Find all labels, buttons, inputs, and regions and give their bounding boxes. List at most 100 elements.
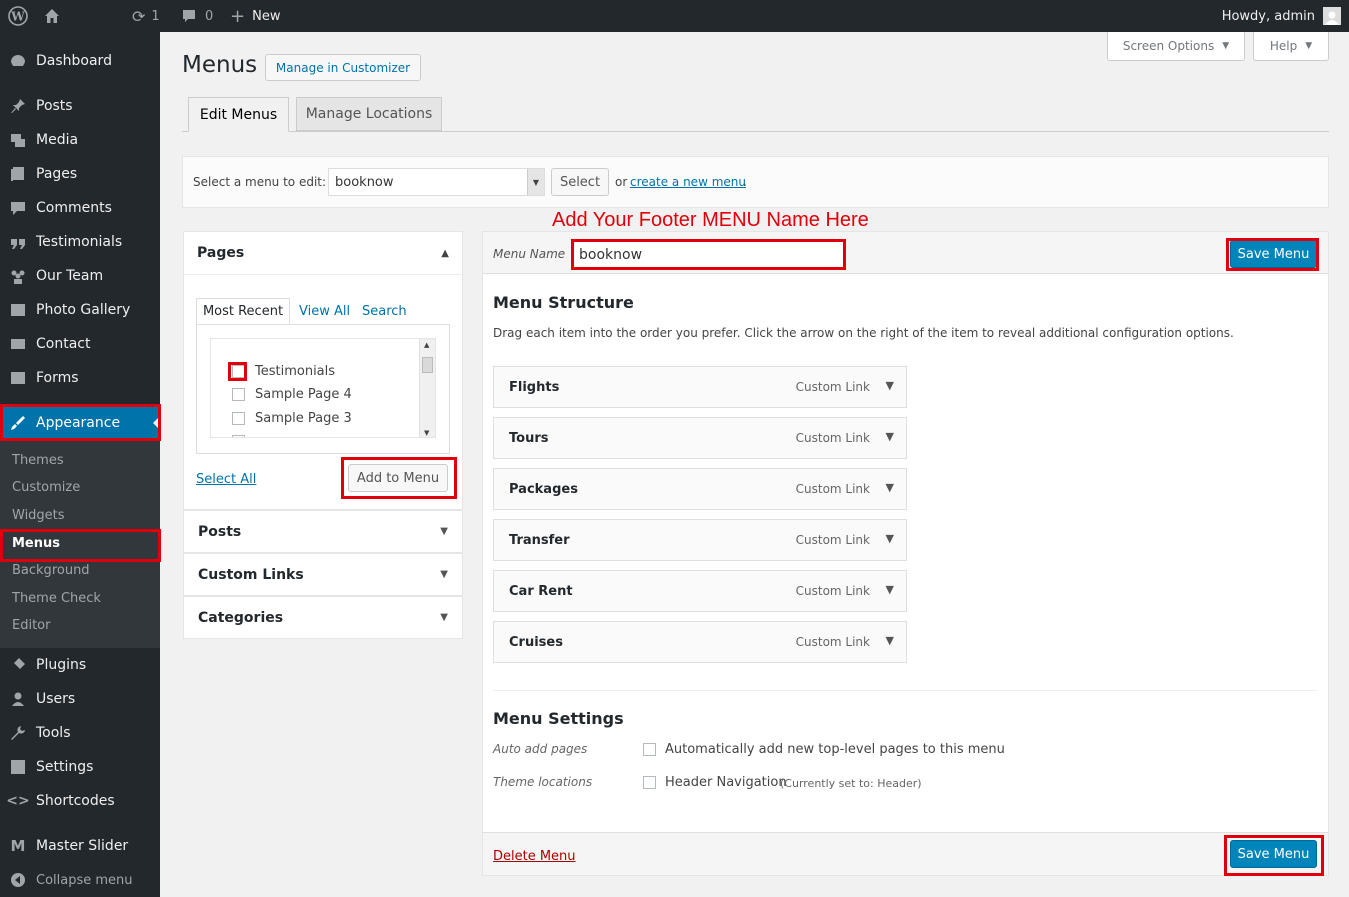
accordion-custom-links[interactable]: Custom Links ▼	[183, 553, 463, 596]
create-new-menu-link[interactable]: create a new menu	[630, 175, 746, 189]
pages-panel-header[interactable]: Pages ▲	[184, 232, 462, 275]
expand-arrow-icon[interactable]: ▼	[886, 532, 894, 545]
settings-icon	[0, 758, 36, 776]
highlight-checkbox	[228, 362, 247, 381]
menu-structure-title: Menu Structure	[493, 293, 634, 312]
auto-add-checkbox[interactable]	[643, 743, 656, 756]
select-menu-label: Select a menu to edit:	[193, 175, 327, 189]
pages-panel-title: Pages	[197, 245, 245, 261]
sidebar-item-testimonials[interactable]: Testimonials	[0, 225, 160, 259]
sidebar-item-label: Dashboard	[36, 53, 112, 69]
sidebar-item-photo-gallery[interactable]: Photo Gallery	[0, 293, 160, 327]
menu-item-flights[interactable]: Flights Custom Link ▼	[493, 366, 907, 408]
submenu-widgets[interactable]: Widgets	[0, 502, 160, 529]
sidebar-item-label: Shortcodes	[36, 793, 115, 809]
menu-settings-title: Menu Settings	[493, 709, 624, 728]
checkbox-sample-page-3[interactable]	[232, 412, 245, 425]
home-icon[interactable]	[43, 0, 61, 32]
submenu-background[interactable]: Background	[0, 557, 160, 584]
menu-footer-bar	[483, 832, 1328, 875]
checkbox-sample-page-4[interactable]	[232, 388, 245, 401]
menu-item-car-rent[interactable]: Car Rent Custom Link ▼	[493, 570, 907, 612]
tab-edit-menus[interactable]: Edit Menus	[188, 97, 289, 132]
submenu-editor[interactable]: Editor	[0, 612, 160, 639]
submenu-themes[interactable]: Themes	[0, 447, 160, 474]
menu-item-type: Custom Link	[795, 431, 870, 445]
wrench-icon	[0, 724, 36, 742]
select-button[interactable]: Select	[551, 168, 609, 196]
help-button[interactable]: Help ▼	[1253, 32, 1329, 61]
list-item[interactable]: Sample Page 3	[232, 411, 352, 426]
users-icon	[0, 690, 36, 708]
scroll-thumb[interactable]	[422, 357, 433, 373]
tab-most-recent[interactable]: Most Recent	[196, 298, 290, 325]
comment-bubble-icon	[183, 10, 195, 22]
sidebar-item-settings[interactable]: Settings	[0, 750, 160, 784]
accordion-categories[interactable]: Categories ▼	[183, 596, 463, 639]
account-menu[interactable]: Howdy, admin	[1222, 0, 1341, 32]
sidebar-item-dashboard[interactable]: Dashboard	[0, 44, 160, 78]
manage-in-customizer-button[interactable]: Manage in Customizer	[265, 54, 421, 81]
plus-icon: +	[230, 5, 246, 27]
new-content-button[interactable]: + New	[230, 0, 280, 32]
page-label: Sample Page 3	[255, 411, 352, 426]
sidebar-item-media[interactable]: Media	[0, 123, 160, 157]
sidebar-item-plugins[interactable]: Plugins	[0, 648, 160, 682]
sidebar-item-label: Our Team	[36, 268, 104, 284]
sidebar-item-shortcodes[interactable]: <> Shortcodes	[0, 784, 160, 818]
sidebar-item-pages[interactable]: Pages	[0, 157, 160, 191]
menu-item-tours[interactable]: Tours Custom Link ▼	[493, 417, 907, 459]
sidebar-item-tools[interactable]: Tools	[0, 716, 160, 750]
expand-arrow-icon[interactable]: ▼	[886, 634, 894, 647]
code-icon: <>	[6, 793, 30, 809]
collapse-menu-button[interactable]: Collapse menu	[0, 863, 160, 897]
list-item[interactable]: Sample Page 4	[232, 387, 352, 402]
tab-search[interactable]: Search	[362, 304, 407, 319]
menu-select-dropdown[interactable]: booknow ▼	[328, 168, 545, 196]
list-item[interactable]: Testimonials	[232, 364, 335, 379]
updates-count: 1	[151, 8, 160, 24]
sidebar-item-contact[interactable]: Contact	[0, 327, 160, 361]
avatar	[1323, 7, 1341, 25]
expand-arrow-icon[interactable]: ▼	[886, 481, 894, 494]
menu-item-transfer[interactable]: Transfer Custom Link ▼	[493, 519, 907, 561]
tab-view-all[interactable]: View All	[299, 304, 350, 319]
pin-icon	[0, 97, 36, 115]
sidebar-item-master-slider[interactable]: M Master Slider	[0, 829, 160, 863]
expand-arrow-icon[interactable]: ▼	[886, 379, 894, 392]
scrollbar[interactable]: ▲ ▼	[419, 339, 435, 437]
sidebar-item-label: Plugins	[36, 657, 87, 673]
screen-options-button[interactable]: Screen Options ▼	[1107, 32, 1245, 61]
wordpress-logo-icon[interactable]: W	[8, 0, 28, 32]
sidebar-item-users[interactable]: Users	[0, 682, 160, 716]
sidebar-item-comments[interactable]: Comments	[0, 191, 160, 225]
accordion-label: Posts	[198, 523, 242, 540]
select-all-link[interactable]: Select All	[196, 472, 256, 487]
menu-name-label: Menu Name	[493, 247, 566, 261]
sidebar-item-our-team[interactable]: Our Team	[0, 259, 160, 293]
accordion-posts[interactable]: Posts ▼	[183, 510, 463, 553]
submenu-theme-check[interactable]: Theme Check	[0, 585, 160, 612]
collapse-label: Collapse menu	[36, 872, 133, 888]
comments-button[interactable]: 0	[181, 0, 213, 32]
submenu-customize[interactable]: Customize	[0, 474, 160, 501]
team-icon	[0, 267, 36, 285]
delete-menu-link[interactable]: Delete Menu	[493, 849, 576, 864]
menu-item-title: Tours	[509, 431, 549, 446]
screen-options-label: Screen Options	[1122, 39, 1215, 53]
admin-sidebar: Dashboard Posts Media Pages Comments Tes…	[0, 32, 161, 897]
menu-item-cruises[interactable]: Cruises Custom Link ▼	[493, 621, 907, 663]
caret-down-icon: ▼	[440, 526, 448, 537]
master-slider-icon: M	[10, 837, 26, 855]
expand-arrow-icon[interactable]: ▼	[886, 583, 894, 596]
menu-item-type: Custom Link	[795, 533, 870, 547]
tab-manage-locations[interactable]: Manage Locations	[296, 97, 442, 131]
sidebar-item-forms[interactable]: Forms	[0, 361, 160, 395]
media-icon	[0, 131, 36, 149]
sidebar-item-posts[interactable]: Posts	[0, 89, 160, 123]
expand-arrow-icon[interactable]: ▼	[886, 430, 894, 443]
header-navigation-checkbox[interactable]	[643, 776, 656, 789]
admin-bar: W ⟳ 1 0 + New Howdy, admin	[0, 0, 1349, 32]
menu-item-packages[interactable]: Packages Custom Link ▼	[493, 468, 907, 510]
updates-button[interactable]: ⟳ 1	[132, 0, 160, 32]
